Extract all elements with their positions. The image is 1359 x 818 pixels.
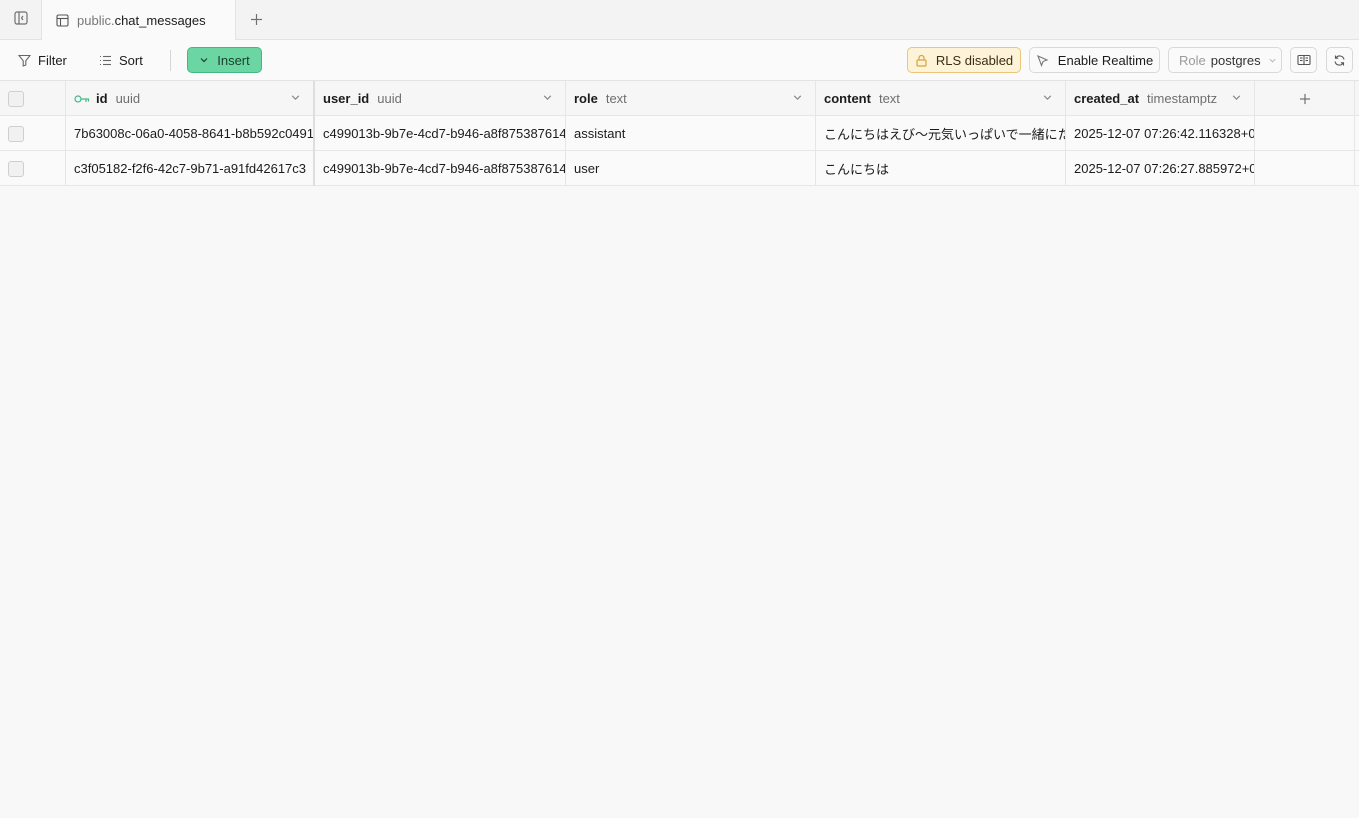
chevron-down-icon[interactable] — [290, 92, 301, 103]
sidebar-toggle-button[interactable] — [0, 0, 42, 40]
tab-chat-messages[interactable]: public. chat_messages — [42, 0, 236, 41]
chevron-down-icon[interactable] — [1231, 92, 1242, 103]
plus-icon — [1299, 93, 1311, 105]
select-all-cell — [0, 81, 66, 116]
column-name: user_id — [323, 91, 370, 106]
row-checkbox[interactable] — [8, 160, 24, 177]
cell-user-id[interactable]: c499013b-9b7e-4cd7-b946-a8f875387614 — [315, 151, 566, 186]
tab-table-label: chat_messages — [114, 13, 206, 28]
column-header-role[interactable]: role text — [566, 81, 816, 116]
insert-label: Insert — [217, 52, 250, 68]
column-header-id[interactable]: id uuid — [66, 81, 315, 116]
row-select-cell — [0, 116, 66, 151]
chevron-down-icon — [1268, 56, 1277, 65]
sort-button[interactable]: Sort — [99, 47, 143, 73]
cell-role[interactable]: user — [566, 151, 816, 186]
toolbar-divider — [170, 50, 171, 71]
row-checkbox[interactable] — [8, 125, 24, 142]
refresh-button[interactable] — [1326, 47, 1353, 73]
column-type: text — [878, 91, 900, 106]
column-header-content[interactable]: content text — [816, 81, 1066, 116]
column-header-created-at[interactable]: created_at timestamptz — [1066, 81, 1255, 116]
table-icon — [56, 14, 69, 27]
refresh-icon — [1333, 54, 1346, 67]
cell-role[interactable]: assistant — [566, 116, 816, 151]
cell-user-id[interactable]: c499013b-9b7e-4cd7-b946-a8f875387614 — [315, 116, 566, 151]
column-name: created_at — [1074, 91, 1140, 106]
chevron-down-icon[interactable] — [1042, 92, 1053, 103]
enable-realtime-button[interactable]: Enable Realtime — [1029, 47, 1160, 73]
sidebar-collapse-icon — [13, 10, 28, 30]
cursor-icon — [1036, 54, 1049, 67]
column-type: text — [605, 91, 627, 106]
tab-bar: public. chat_messages — [0, 0, 1359, 41]
column-name: id — [96, 91, 108, 106]
tab-schema-label: public. — [77, 13, 115, 28]
sort-list-icon — [99, 54, 112, 67]
column-type: uuid — [377, 91, 402, 106]
filter-icon — [18, 54, 31, 67]
cell-created-at[interactable]: 2025-12-07 07:26:42.116328+00 — [1066, 116, 1255, 151]
empty-cell — [1255, 151, 1355, 186]
chevron-down-icon — [199, 55, 209, 65]
rls-label: RLS disabled — [935, 52, 1014, 68]
rls-status-button[interactable]: RLS disabled — [907, 47, 1021, 73]
empty-cell — [1255, 116, 1355, 151]
role-label: Role — [1179, 52, 1206, 68]
cell-id[interactable]: 7b63008c-06a0-4058-8641-b8b592c0491 — [66, 116, 315, 151]
role-select[interactable]: Role postgres — [1168, 47, 1282, 73]
realtime-label: Enable Realtime — [1057, 52, 1154, 68]
grid-header: id uuid user_id uuid role text content t… — [0, 81, 1359, 116]
cell-content[interactable]: こんにちはえび〜元気いっぱいで一緒にた — [816, 116, 1066, 151]
table-row[interactable]: c3f05182-f2f6-42c7-9b71-a91fd42617c3 c49… — [0, 151, 1359, 186]
add-column-button[interactable] — [1255, 81, 1355, 116]
book-icon — [1296, 54, 1311, 66]
column-type: timestamptz — [1147, 91, 1218, 106]
data-grid: id uuid user_id uuid role text content t… — [0, 81, 1359, 186]
primary-key-icon — [74, 94, 90, 104]
cell-id[interactable]: c3f05182-f2f6-42c7-9b71-a91fd42617c3 — [66, 151, 315, 186]
column-name: content — [824, 91, 871, 106]
sort-label: Sort — [119, 52, 143, 68]
toolbar: Filter Sort Insert RLS disabled Enable R… — [0, 40, 1359, 81]
cell-content[interactable]: こんにちは — [816, 151, 1066, 186]
filter-button[interactable]: Filter — [18, 47, 67, 73]
filter-label: Filter — [38, 52, 67, 68]
role-value: postgres — [1210, 52, 1261, 68]
lock-icon — [915, 54, 928, 67]
column-header-user-id[interactable]: user_id uuid — [315, 81, 566, 116]
row-select-cell — [0, 151, 66, 186]
column-name: role — [574, 91, 598, 106]
docs-button[interactable] — [1290, 47, 1317, 73]
column-type: uuid — [115, 91, 141, 106]
plus-icon — [250, 10, 263, 31]
chevron-down-icon[interactable] — [792, 92, 803, 103]
table-row[interactable]: 7b63008c-06a0-4058-8641-b8b592c0491 c499… — [0, 116, 1359, 151]
new-tab-button[interactable] — [242, 6, 270, 34]
cell-created-at[interactable]: 2025-12-07 07:26:27.885972+00 — [1066, 151, 1255, 186]
insert-button[interactable]: Insert — [187, 47, 262, 73]
chevron-down-icon[interactable] — [542, 92, 553, 103]
select-all-checkbox[interactable] — [8, 90, 24, 107]
